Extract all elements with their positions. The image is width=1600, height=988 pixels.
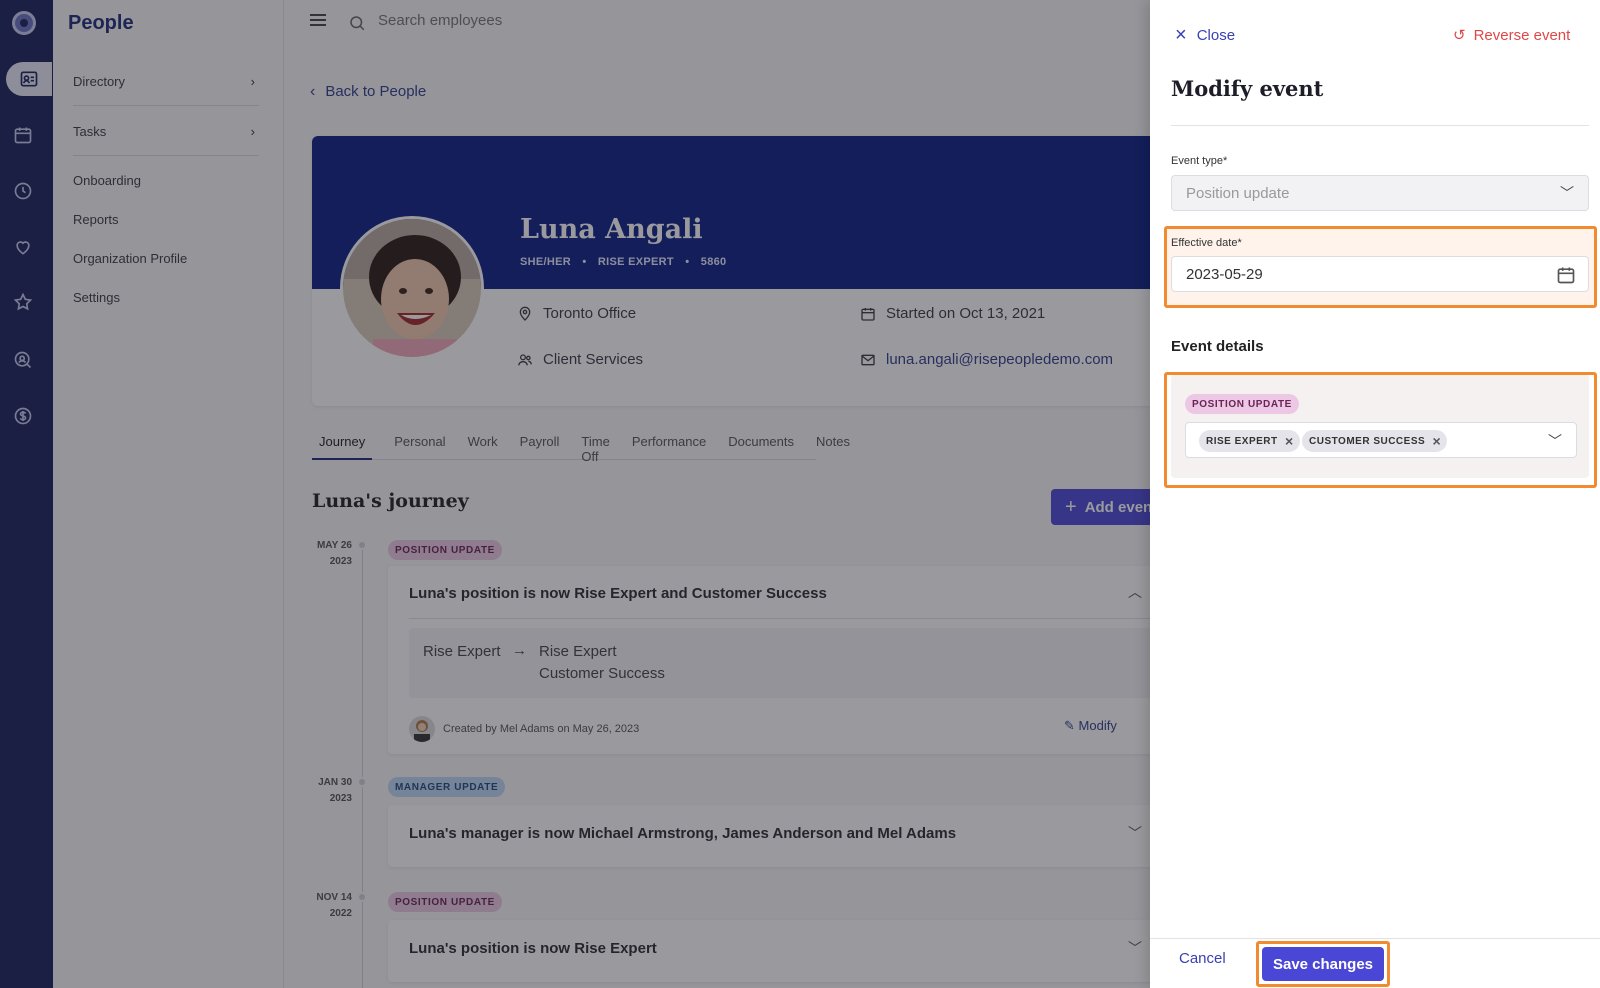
reverse-event-button[interactable]: ↺ Reverse event bbox=[1453, 26, 1571, 45]
cancel-button[interactable]: Cancel bbox=[1179, 950, 1226, 967]
event-details-highlight bbox=[1164, 372, 1597, 488]
event-type-value: Position update bbox=[1186, 185, 1290, 202]
required-mark: * bbox=[1237, 237, 1242, 249]
effective-date-value: 2023-05-29 bbox=[1186, 266, 1263, 283]
calendar-icon[interactable] bbox=[1556, 265, 1576, 285]
event-type-label-text: Event type bbox=[1171, 155, 1223, 167]
reverse-label: Reverse event bbox=[1473, 26, 1571, 44]
footer-divider bbox=[1150, 938, 1600, 939]
required-mark: * bbox=[1222, 155, 1228, 167]
chevron-down-icon: ﹀ bbox=[1560, 185, 1574, 201]
close-button[interactable]: × Close bbox=[1175, 25, 1235, 45]
event-details-title: Event details bbox=[1171, 338, 1264, 355]
event-type-select[interactable]: Position update ﹀ bbox=[1171, 175, 1589, 211]
modal-backdrop[interactable] bbox=[0, 0, 1150, 988]
effective-date-label: Effective date* bbox=[1171, 237, 1242, 249]
close-label: Close bbox=[1196, 26, 1236, 44]
modify-event-drawer: × Close ↺ Reverse event Modify event Event… bbox=[1150, 0, 1600, 988]
save-button-highlight bbox=[1256, 941, 1390, 987]
close-icon: × bbox=[1175, 24, 1187, 46]
event-type-label: Event type* bbox=[1171, 155, 1227, 167]
drawer-divider bbox=[1171, 125, 1589, 126]
effective-date-label-text: Effective date bbox=[1171, 237, 1238, 249]
effective-date-input[interactable]: 2023-05-29 bbox=[1171, 256, 1589, 292]
drawer-title: Modify event bbox=[1171, 76, 1324, 101]
undo-icon: ↺ bbox=[1453, 27, 1466, 44]
